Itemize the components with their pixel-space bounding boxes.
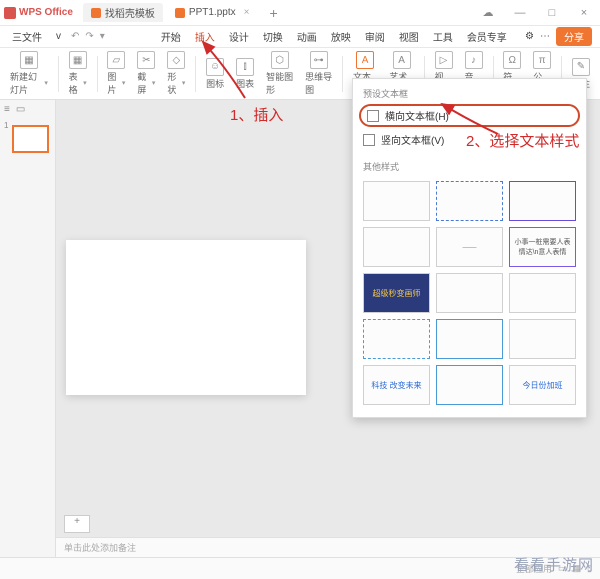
tb-chart[interactable]: ⫾图表 [232,58,258,90]
thumbnail-view-icon[interactable]: ▭ [16,104,25,115]
tb-icons[interactable]: ☺图标 [202,58,228,90]
style-card-8[interactable] [436,273,503,313]
menu-slideshow[interactable]: 放映 [327,27,355,46]
menu-insert[interactable]: 插入 [191,27,219,46]
ppt-tab-icon [175,8,185,18]
search-icon[interactable]: ⚙ [525,31,534,42]
wps-logo-icon [4,7,16,19]
menu-start[interactable]: 开始 [157,27,185,46]
tab-close-icon[interactable]: × [244,7,250,18]
textbox-style-grid: —— 小事一桩需要人表情达\n意人表情 超级秒变画师 科技 改变未来 今日份加班 [353,175,586,411]
slide-thumbnail-1[interactable] [12,125,49,153]
style-card-13[interactable]: 科技 改变未来 [363,365,430,405]
style-card-2[interactable] [436,181,503,221]
app-logo: WPS Office [4,7,73,19]
document-tabs: 找稻壳模板 PPT1.pptx × [83,3,258,22]
style-card-12[interactable] [509,319,576,359]
tab-label: 找稻壳模板 [105,5,155,20]
status-bar: 全部应用 ▭ ▦ ▯ [0,557,600,579]
dd-horizontal-textbox[interactable]: 横向文本框(H) [359,104,580,127]
tb-screenshot[interactable]: ✂截屏 [133,51,159,96]
dd-vertical-textbox[interactable]: 竖向文本框(V) [353,129,586,150]
tb-mindmap[interactable]: ⊶思维导图 [301,51,336,96]
style-card-1[interactable] [363,181,430,221]
menu-transition[interactable]: 切换 [259,27,287,46]
menu-caret[interactable]: v [52,29,65,44]
tb-table[interactable]: ▦表格 [65,51,91,96]
menu-view[interactable]: 视图 [395,27,423,46]
menu-tools[interactable]: 工具 [429,27,457,46]
cloud-icon[interactable]: ☁ [476,6,500,19]
menu-design[interactable]: 设计 [225,27,253,46]
slide-number: 1 [4,121,8,130]
close-button[interactable]: × [572,7,596,19]
style-card-11[interactable] [436,319,503,359]
style-card-5[interactable]: —— [436,227,503,267]
textbox-dropdown: 预设文本框 横向文本框(H) 竖向文本框(V) 其他样式 —— 小事一桩需要人表… [352,78,587,418]
menu-file[interactable]: 三文件 [8,27,46,46]
watermark: 看看手游网 [514,554,594,575]
style-card-9[interactable] [509,273,576,313]
minimize-button[interactable]: — [508,7,532,19]
style-card-10[interactable] [363,319,430,359]
dd-other-title: 其他样式 [353,158,586,175]
style-card-3[interactable] [509,181,576,221]
tab-ppt1[interactable]: PPT1.pptx × [167,3,258,22]
bell-icon[interactable]: ⋯ [540,31,550,42]
outline-view-icon[interactable]: ≡ [4,104,10,115]
tab-templates[interactable]: 找稻壳模板 [83,3,163,22]
menu-bar: 三文件 v ↶ ↷ ▾ 开始 插入 设计 切换 动画 放映 审阅 视图 工具 会… [0,26,600,48]
style-card-6[interactable]: 小事一桩需要人表情达\n意人表情 [509,227,576,267]
redo-icon[interactable]: ↷ [85,31,93,42]
new-tab-button[interactable]: + [263,5,283,21]
slide-panel: ≡ ▭ 1 [0,100,56,557]
app-name: WPS Office [19,7,73,18]
slide-canvas[interactable] [66,240,306,395]
save-icon[interactable]: ▾ [100,31,105,42]
style-card-14[interactable] [436,365,503,405]
maximize-button[interactable]: □ [540,7,564,19]
window-controls: ☁ — □ × [476,6,596,19]
tb-picture[interactable]: ▱图片 [103,51,129,96]
menu-review[interactable]: 审阅 [361,27,389,46]
share-button[interactable]: 分享 [556,27,592,46]
tb-smartart[interactable]: ⬡智能图形 [262,51,297,96]
style-card-15[interactable]: 今日份加班 [509,365,576,405]
titlebar: WPS Office 找稻壳模板 PPT1.pptx × + ☁ — □ × [0,0,600,26]
tab-label: PPT1.pptx [189,7,236,18]
menu-member[interactable]: 会员专享 [463,27,511,46]
menu-animation[interactable]: 动画 [293,27,321,46]
tb-new-slide[interactable]: ▦新建幻灯片 [6,51,52,96]
undo-icon[interactable]: ↶ [71,31,79,42]
add-slide-button[interactable]: + [64,515,90,533]
dd-preset-title: 预设文本框 [353,85,586,102]
tb-shape[interactable]: ◇形状 [163,51,189,96]
style-card-4[interactable] [363,227,430,267]
dd-item-label: 竖向文本框(V) [381,132,444,147]
vertical-textbox-icon [363,134,375,146]
template-tab-icon [91,8,101,18]
horizontal-textbox-icon [367,110,379,122]
style-card-7[interactable]: 超级秒变画师 [363,273,430,313]
dd-item-label: 横向文本框(H) [385,108,449,123]
